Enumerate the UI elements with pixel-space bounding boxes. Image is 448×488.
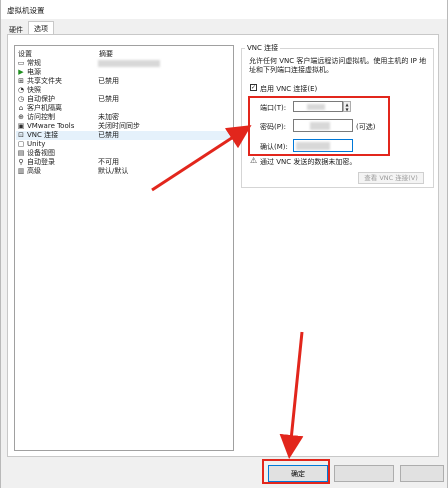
- list-item-label: Unity: [27, 140, 46, 148]
- list-item-summary: 不可用: [98, 158, 119, 166]
- unity-icon: ▢: [17, 140, 25, 148]
- header-summary: 摘要: [99, 50, 113, 58]
- list-item-summary: 已禁用: [98, 131, 119, 139]
- list-item-label: 共享文件夹: [27, 77, 62, 85]
- help-button[interactable]: [400, 465, 444, 482]
- list-item-label: VNC 连接: [27, 131, 59, 139]
- list-item-advanced[interactable]: ▥ 高级 默认/默认: [16, 167, 233, 176]
- vnc-connection-icon: ⊡: [18, 131, 24, 139]
- list-item-power[interactable]: ▶ 电源: [16, 68, 233, 77]
- list-item-label: 客户机隔离: [27, 104, 62, 112]
- list-item-label: 访问控制: [27, 113, 55, 121]
- list-item-guest-isolation[interactable]: ⌂ 客户机隔离: [16, 104, 233, 113]
- list-item-label: VMware Tools: [27, 122, 75, 130]
- redacted-port: [307, 104, 325, 110]
- vnc-warning-text: 通过 VNC 发送的数据未加密。: [260, 158, 357, 166]
- power-play-icon: ▶: [18, 68, 24, 76]
- list-item-summary: 未加密: [98, 113, 119, 121]
- list-item-autologin[interactable]: ⚲ 自动登录 不可用: [16, 158, 233, 167]
- list-item-label: 设备视图: [27, 149, 55, 157]
- password-input[interactable]: [293, 119, 353, 132]
- list-item-summary: 已禁用: [98, 95, 119, 103]
- list-item-label: 高级: [27, 167, 41, 175]
- warning-icon: ⚠: [250, 156, 258, 165]
- list-item-summary: 关闭时间同步: [98, 122, 140, 130]
- vmware-tools-icon: ▣: [17, 122, 25, 130]
- list-item-snapshots[interactable]: ◔ 快照: [16, 86, 233, 95]
- vm-settings-window: 虚拟机设置 硬件 选项 设置 摘要 ▭ 常规 ▶ 电源 ⊞ 共享文件夹 已禁用 …: [0, 0, 448, 488]
- list-item-shared-folders[interactable]: ⊞ 共享文件夹 已禁用: [16, 77, 233, 86]
- list-item-vmware-tools[interactable]: ▣ VMware Tools 关闭时间同步: [16, 122, 233, 131]
- list-item-label: 自动登录: [27, 158, 55, 166]
- autologin-icon: ⚲: [18, 158, 24, 166]
- window-title: 虚拟机设置: [7, 6, 45, 15]
- advanced-icon: ▥: [17, 167, 25, 175]
- vnc-description: 允许任何 VNC 客户端远程访问虚拟机。使用主机的 IP 地址和下列端口连接虚拟…: [249, 57, 427, 74]
- guest-isolation-lock-icon: ⌂: [18, 104, 24, 112]
- list-item-summary: 已禁用: [98, 77, 119, 85]
- list-item-unity[interactable]: ▢ Unity: [16, 140, 233, 149]
- list-item-device-view[interactable]: ▤ 设备视图: [16, 149, 233, 158]
- title-bar: 虚拟机设置: [1, 0, 447, 19]
- tab-strip: 硬件 选项: [1, 20, 447, 36]
- port-input[interactable]: [293, 101, 343, 112]
- list-item-access-control[interactable]: ⊕ 访问控制 未加密: [16, 113, 233, 122]
- general-icon: ▭: [17, 59, 25, 67]
- header-setting: 设置: [18, 50, 32, 58]
- snapshot-icon: ◔: [17, 86, 25, 94]
- vnc-group-title: VNC 连接: [245, 43, 281, 53]
- enable-vnc-checkbox[interactable]: ✓: [250, 84, 257, 91]
- confirm-label: 确认(M):: [260, 143, 288, 151]
- list-item-label: 常规: [27, 59, 41, 67]
- device-view-icon: ▤: [17, 149, 25, 157]
- enable-vnc-label: 启用 VNC 连接(E): [260, 85, 318, 93]
- confirm-input[interactable]: [293, 139, 353, 152]
- redacted-confirm: [296, 142, 330, 150]
- cancel-button[interactable]: [334, 465, 394, 482]
- ok-button[interactable]: 确定: [268, 465, 328, 482]
- port-spinner[interactable]: ▲ ▼: [343, 101, 351, 112]
- list-item-label: 快照: [27, 86, 41, 94]
- settings-list: 设置 摘要 ▭ 常规 ▶ 电源 ⊞ 共享文件夹 已禁用 ◔ 快照 ◷ 自动保护 …: [14, 45, 234, 451]
- list-item-label: 电源: [27, 68, 41, 76]
- shared-folder-icon: ⊞: [18, 77, 24, 85]
- redacted-summary: [98, 60, 160, 67]
- list-item-autoprotect[interactable]: ◷ 自动保护 已禁用: [16, 95, 233, 104]
- port-label: 端口(T):: [260, 104, 287, 112]
- optional-note: (可选): [356, 123, 376, 131]
- list-item-vnc-connection[interactable]: ⊡ VNC 连接 已禁用: [16, 131, 233, 140]
- redacted-password: [310, 122, 330, 130]
- autoprotect-clock-icon: ◷: [17, 95, 25, 103]
- access-control-icon: ⊕: [18, 113, 24, 121]
- list-item-general[interactable]: ▭ 常规: [16, 59, 233, 68]
- view-vnc-connections-button[interactable]: 查看 VNC 连接(V): [358, 172, 424, 184]
- list-item-summary: 默认/默认: [98, 167, 129, 175]
- list-item-label: 自动保护: [27, 95, 55, 103]
- password-label: 密码(P):: [260, 123, 287, 131]
